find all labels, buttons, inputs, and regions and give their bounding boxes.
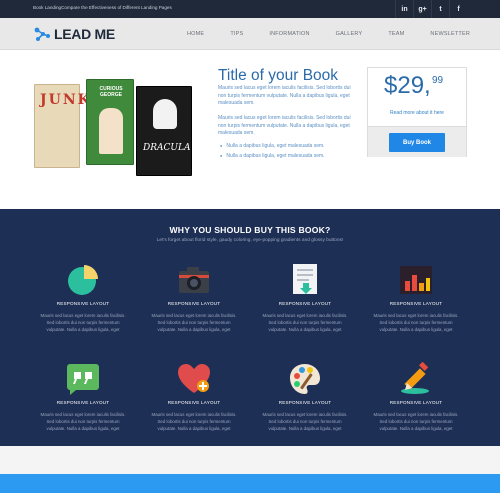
feature-label: RESPONSIVE LAYOUT <box>56 301 110 306</box>
feature-description: Mauris sed lacus eget lorem iaculis faci… <box>40 313 126 332</box>
features-title: WHY YOU SHOULD BUY THIS BOOK? <box>169 225 331 235</box>
feature-label: RESPONSIVE LAYOUT <box>278 301 332 306</box>
quote-icon <box>67 364 99 395</box>
twitter-icon[interactable]: t <box>431 0 449 18</box>
features-section: WHY YOU SHOULD BUY THIS BOOK? Let's forg… <box>0 209 500 446</box>
book-cover-illustration <box>99 108 123 154</box>
list-item: Nulla a dapibus ligula, eget malesuada s… <box>220 141 324 151</box>
book-bullet-list: Nulla a dapibus ligula, eget malesuada s… <box>220 141 324 161</box>
feature-description: Mauris sed lacus eget lorem iaculis faci… <box>262 412 348 431</box>
feature-description: Mauris sed lacus eget lorem iaculis faci… <box>40 412 126 431</box>
book-cover-curious-george: CURIOUS GEORGE <box>86 79 134 165</box>
book-cover-dracula: DRACULA <box>136 86 192 176</box>
logo[interactable]: LEAD ME <box>33 24 115 44</box>
feature-description: Mauris sed lacus eget lorem iaculis faci… <box>373 412 459 431</box>
book-description-1: Mauris sed lacus eget lorem iaculis faci… <box>218 85 351 107</box>
facebook-icon[interactable]: f <box>449 0 467 18</box>
feature-label: RESPONSIVE LAYOUT <box>389 301 443 306</box>
palette-icon <box>290 364 320 394</box>
social-links: in g+ t f <box>395 0 467 18</box>
book-description-2: Mauris sed lacus eget lorem iaculis faci… <box>218 115 351 137</box>
nav-item-gallery[interactable]: GALLERY <box>336 31 363 37</box>
book-cover-title: JUNKIE <box>40 92 114 108</box>
tagline: Book LandingCompare the Effectiveness of… <box>33 5 172 10</box>
book-title: Title of your Book <box>218 67 339 84</box>
book-cover-junkie: JUNKIE <box>34 84 114 168</box>
price-dollars: $29, <box>384 72 431 99</box>
network-logo-icon <box>34 27 50 41</box>
nav-menu: HOME TIPS INFORMATION GALLERY TEAM NEWSL… <box>161 18 470 50</box>
hero-section: JUNKIE CURIOUS GEORGE DRACULA Title of y… <box>0 51 500 209</box>
feature-description: Mauris sed lacus eget lorem iaculis faci… <box>373 313 459 332</box>
list-item: Nulla a dapibus ligula, eget malesuada s… <box>220 151 324 161</box>
feature-label: RESPONSIVE LAYOUT <box>167 400 221 405</box>
camera-icon <box>179 267 209 293</box>
heart-add-icon <box>178 364 210 393</box>
bar-chart-icon <box>400 266 432 294</box>
price-cents: 99 <box>432 75 444 86</box>
feature-description: Mauris sed lacus eget lorem iaculis faci… <box>151 412 237 431</box>
book-cover-title: CURIOUS GEORGE <box>99 86 123 98</box>
top-bar: Book LandingCompare the Effectiveness of… <box>0 0 500 18</box>
read-more-link[interactable]: Read more about it here <box>368 110 466 116</box>
google-plus-icon[interactable]: g+ <box>413 0 431 18</box>
feature-description: Mauris sed lacus eget lorem iaculis faci… <box>262 313 348 332</box>
bottom-band <box>0 446 500 493</box>
pencil-icon <box>401 362 429 394</box>
pie-chart-icon <box>68 265 98 295</box>
main-nav: LEAD ME HOME TIPS INFORMATION GALLERY TE… <box>0 18 500 50</box>
price-box: $29, 99 Read more about it here Buy Book <box>367 67 467 157</box>
nav-item-information[interactable]: INFORMATION <box>269 31 309 37</box>
nav-item-team[interactable]: TEAM <box>388 31 404 37</box>
feature-label: RESPONSIVE LAYOUT <box>56 400 110 405</box>
feature-description: Mauris sed lacus eget lorem iaculis faci… <box>151 313 237 332</box>
features-subtitle: Let's forget about florid style, gaudy c… <box>156 238 344 243</box>
nav-item-home[interactable]: HOME <box>187 31 204 37</box>
feature-label: RESPONSIVE LAYOUT <box>167 301 221 306</box>
feature-label: RESPONSIVE LAYOUT <box>278 400 332 405</box>
nav-item-newsletter[interactable]: NEWSLETTER <box>430 31 470 37</box>
buy-book-button[interactable]: Buy Book <box>389 133 445 152</box>
document-download-icon <box>293 264 317 294</box>
price-box-footer: Buy Book <box>368 126 466 157</box>
price-box-top: $29, 99 Read more about it here <box>368 68 466 126</box>
feature-label: RESPONSIVE LAYOUT <box>389 400 443 405</box>
book-cover-illustration <box>153 99 177 129</box>
footer-strip <box>0 474 500 493</box>
logo-text: LEAD ME <box>54 26 115 42</box>
nav-item-tips[interactable]: TIPS <box>230 31 243 37</box>
book-cover-title: DRACULA <box>143 143 191 153</box>
linkedin-icon[interactable]: in <box>395 0 413 18</box>
